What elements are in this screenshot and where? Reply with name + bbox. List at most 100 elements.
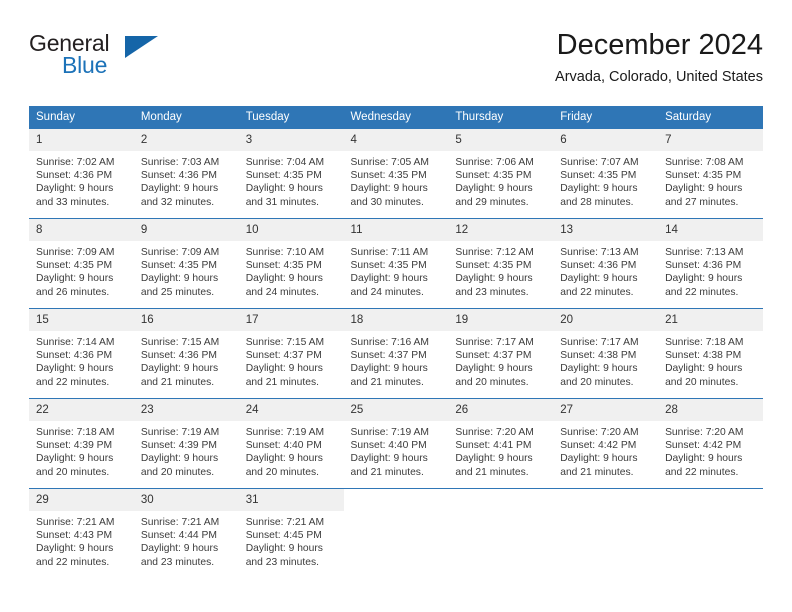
day-details: Sunrise: 7:09 AM Sunset: 4:35 PM Dayligh… — [29, 241, 134, 299]
day-number: 29 — [29, 489, 134, 511]
daylight-text-line2: and 21 minutes. — [350, 466, 424, 478]
day-cell[interactable]: 3 Sunrise: 7:04 AM Sunset: 4:35 PM Dayli… — [238, 128, 344, 219]
day-details: Sunrise: 7:18 AM Sunset: 4:39 PM Dayligh… — [29, 421, 134, 479]
sunrise-text: Sunrise: 7:10 AM — [245, 247, 325, 258]
sunset-text: Sunset: 4:39 PM — [36, 440, 113, 452]
day-number: 10 — [238, 219, 344, 241]
day-number: 20 — [553, 309, 659, 331]
daylight-text-line2: and 21 minutes. — [455, 466, 529, 478]
day-details: Sunrise: 7:20 AM Sunset: 4:42 PM Dayligh… — [553, 421, 658, 479]
day-cell[interactable]: 24 Sunrise: 7:19 AM Sunset: 4:40 PM Dayl… — [238, 398, 344, 489]
sunset-text: Sunset: 4:35 PM — [245, 170, 322, 182]
daylight-text-line2: and 28 minutes. — [560, 196, 634, 208]
day-number: 16 — [133, 309, 239, 331]
sunrise-text: Sunrise: 7:19 AM — [350, 427, 429, 438]
day-cell[interactable]: 26 Sunrise: 7:20 AM Sunset: 4:41 PM Dayl… — [448, 398, 554, 489]
day-cell[interactable]: 10 Sunrise: 7:10 AM Sunset: 4:35 PM Dayl… — [238, 218, 344, 309]
day-details: Sunrise: 7:15 AM Sunset: 4:36 PM Dayligh… — [134, 331, 239, 389]
calendar-header-row: Sunday Monday Tuesday Wednesday Thursday… — [29, 106, 763, 129]
day-cell[interactable]: 22 Sunrise: 7:18 AM Sunset: 4:39 PM Dayl… — [29, 398, 134, 489]
sunset-text: Sunset: 4:38 PM — [665, 350, 742, 362]
day-details: Sunrise: 7:19 AM Sunset: 4:40 PM Dayligh… — [239, 421, 344, 479]
day-cell[interactable]: 20 Sunrise: 7:17 AM Sunset: 4:38 PM Dayl… — [553, 308, 659, 399]
day-details: Sunrise: 7:21 AM Sunset: 4:43 PM Dayligh… — [29, 511, 134, 569]
day-number: 13 — [553, 219, 659, 241]
daylight-text-line2: and 32 minutes. — [140, 196, 215, 208]
daylight-text-line1: Daylight: 9 hours — [245, 453, 323, 465]
day-number: 4 — [343, 129, 449, 151]
sunrise-text: Sunrise: 7:12 AM — [455, 247, 534, 258]
day-details: Sunrise: 7:19 AM Sunset: 4:39 PM Dayligh… — [134, 421, 239, 479]
day-details: Sunrise: 7:21 AM Sunset: 4:45 PM Dayligh… — [239, 511, 344, 569]
calendar-week-row: 15 Sunrise: 7:14 AM Sunset: 4:36 PM Dayl… — [29, 308, 763, 399]
day-cell[interactable]: 16 Sunrise: 7:15 AM Sunset: 4:36 PM Dayl… — [133, 308, 239, 399]
day-number: 14 — [658, 219, 763, 241]
daylight-text-line2: and 22 minutes. — [665, 286, 739, 298]
daylight-text-line2: and 24 minutes. — [245, 286, 319, 298]
day-cell[interactable]: 31 Sunrise: 7:21 AM Sunset: 4:45 PM Dayl… — [238, 488, 344, 578]
sunrise-text: Sunrise: 7:07 AM — [560, 157, 639, 168]
sunset-text: Sunset: 4:35 PM — [36, 260, 113, 272]
page-title: December 2024 — [556, 29, 763, 61]
daylight-text-line1: Daylight: 9 hours — [560, 453, 638, 465]
sunset-text: Sunset: 4:37 PM — [350, 350, 427, 362]
general-blue-logo[interactable]: General Blue — [29, 30, 249, 88]
day-details: Sunrise: 7:20 AM Sunset: 4:42 PM Dayligh… — [658, 421, 763, 479]
day-cell[interactable]: 11 Sunrise: 7:11 AM Sunset: 4:35 PM Dayl… — [343, 218, 449, 309]
day-cell[interactable]: 5 Sunrise: 7:06 AM Sunset: 4:35 PM Dayli… — [448, 128, 554, 219]
sunrise-text: Sunrise: 7:16 AM — [350, 337, 429, 348]
day-details: Sunrise: 7:09 AM Sunset: 4:35 PM Dayligh… — [134, 241, 239, 299]
day-cell[interactable]: 17 Sunrise: 7:15 AM Sunset: 4:37 PM Dayl… — [238, 308, 344, 399]
weekday-header-monday: Monday — [133, 106, 239, 129]
day-cell[interactable]: 12 Sunrise: 7:12 AM Sunset: 4:35 PM Dayl… — [448, 218, 554, 309]
sunrise-text: Sunrise: 7:20 AM — [560, 427, 639, 438]
day-cell[interactable]: 7 Sunrise: 7:08 AM Sunset: 4:35 PM Dayli… — [658, 128, 763, 219]
day-cell[interactable]: 25 Sunrise: 7:19 AM Sunset: 4:40 PM Dayl… — [343, 398, 449, 489]
sunset-text: Sunset: 4:35 PM — [140, 260, 217, 272]
daylight-text-line2: and 26 minutes. — [36, 286, 110, 298]
day-cell[interactable]: 30 Sunrise: 7:21 AM Sunset: 4:44 PM Dayl… — [133, 488, 239, 578]
day-details: Sunrise: 7:13 AM Sunset: 4:36 PM Dayligh… — [553, 241, 658, 299]
sunrise-text: Sunrise: 7:20 AM — [665, 427, 744, 438]
daylight-text-line2: and 20 minutes. — [140, 466, 215, 478]
sunset-text: Sunset: 4:36 PM — [560, 260, 637, 272]
day-number: 19 — [448, 309, 554, 331]
day-cell[interactable]: 23 Sunrise: 7:19 AM Sunset: 4:39 PM Dayl… — [133, 398, 239, 489]
day-cell[interactable]: 28 Sunrise: 7:20 AM Sunset: 4:42 PM Dayl… — [658, 398, 763, 489]
sunset-text: Sunset: 4:37 PM — [455, 350, 532, 362]
day-cell[interactable]: 27 Sunrise: 7:20 AM Sunset: 4:42 PM Dayl… — [553, 398, 659, 489]
day-cell[interactable]: 4 Sunrise: 7:05 AM Sunset: 4:35 PM Dayli… — [343, 128, 449, 219]
sunset-text: Sunset: 4:35 PM — [560, 170, 637, 182]
day-details: Sunrise: 7:07 AM Sunset: 4:35 PM Dayligh… — [553, 151, 658, 209]
sunrise-text: Sunrise: 7:17 AM — [455, 337, 534, 348]
day-cell[interactable]: 18 Sunrise: 7:16 AM Sunset: 4:37 PM Dayl… — [343, 308, 449, 399]
daylight-text-line2: and 24 minutes. — [350, 286, 424, 298]
sunset-text: Sunset: 4:36 PM — [665, 260, 742, 272]
sunrise-text: Sunrise: 7:21 AM — [140, 517, 220, 528]
day-cell[interactable]: 9 Sunrise: 7:09 AM Sunset: 4:35 PM Dayli… — [133, 218, 239, 309]
sunrise-text: Sunrise: 7:11 AM — [350, 247, 429, 258]
day-cell[interactable]: 19 Sunrise: 7:17 AM Sunset: 4:37 PM Dayl… — [448, 308, 554, 399]
day-cell[interactable]: 8 Sunrise: 7:09 AM Sunset: 4:35 PM Dayli… — [29, 218, 134, 309]
day-cell[interactable]: 1 Sunrise: 7:02 AM Sunset: 4:36 PM Dayli… — [29, 128, 134, 219]
sunrise-text: Sunrise: 7:14 AM — [36, 337, 115, 348]
sunrise-text: Sunrise: 7:15 AM — [140, 337, 220, 348]
title-block: December 2024 Arvada, Colorado, United S… — [555, 28, 763, 86]
daylight-text-line1: Daylight: 9 hours — [665, 273, 743, 285]
day-number: 26 — [448, 399, 554, 421]
day-cell[interactable]: 14 Sunrise: 7:13 AM Sunset: 4:36 PM Dayl… — [658, 218, 763, 309]
sunrise-text: Sunrise: 7:17 AM — [560, 337, 639, 348]
daylight-text-line2: and 22 minutes. — [665, 466, 739, 478]
day-cell[interactable]: 29 Sunrise: 7:21 AM Sunset: 4:43 PM Dayl… — [29, 488, 134, 578]
page-header: General Blue December 2024 Arvada, Color… — [29, 28, 763, 98]
sunrise-text: Sunrise: 7:18 AM — [665, 337, 744, 348]
sunrise-text: Sunrise: 7:19 AM — [245, 427, 325, 438]
day-cell[interactable]: 13 Sunrise: 7:13 AM Sunset: 4:36 PM Dayl… — [553, 218, 659, 309]
day-cell[interactable]: 21 Sunrise: 7:18 AM Sunset: 4:38 PM Dayl… — [658, 308, 763, 399]
day-cell[interactable]: 6 Sunrise: 7:07 AM Sunset: 4:35 PM Dayli… — [553, 128, 659, 219]
daylight-text-line2: and 33 minutes. — [36, 196, 110, 208]
day-cell[interactable]: 15 Sunrise: 7:14 AM Sunset: 4:36 PM Dayl… — [29, 308, 134, 399]
day-number: 22 — [29, 399, 134, 421]
sunset-text: Sunset: 4:44 PM — [140, 530, 217, 542]
day-cell[interactable]: 2 Sunrise: 7:03 AM Sunset: 4:36 PM Dayli… — [133, 128, 239, 219]
